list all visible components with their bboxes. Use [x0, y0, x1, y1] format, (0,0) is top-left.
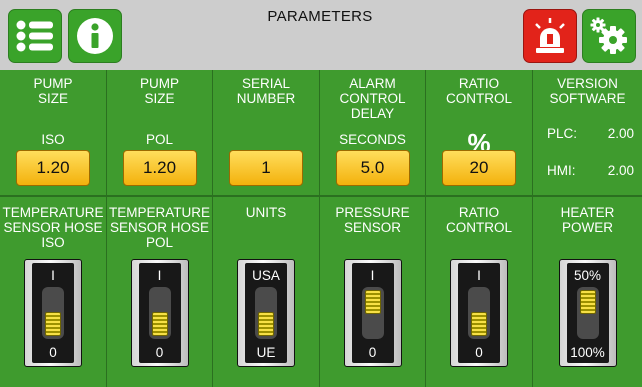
switch-track	[42, 287, 64, 339]
switch-label: UNITS	[245, 205, 287, 220]
switch-bottom-label: 0	[155, 345, 164, 360]
alarm-siren-icon	[530, 16, 570, 56]
version-label: VERSION SOFTWARE	[549, 76, 626, 106]
switch-track	[148, 287, 171, 339]
switch-top-label: I	[51, 268, 55, 283]
switch-handle[interactable]	[45, 312, 61, 336]
toggle-switch[interactable]: I0	[130, 259, 189, 367]
toggle-switch[interactable]: I0	[343, 259, 402, 367]
param-value-button[interactable]: 5.0	[335, 150, 410, 186]
switch-bottom-label: 0	[368, 345, 377, 360]
switch-top-label: I	[157, 268, 162, 283]
plc-version-label: PLC:	[547, 126, 578, 141]
switch-body: 50% 100%	[566, 263, 609, 363]
param-label: PUMP SIZE	[139, 76, 179, 106]
switch-body: I0	[32, 263, 74, 363]
switch-top-label: USA	[252, 268, 280, 283]
switch-body: I0	[138, 263, 181, 363]
switch-cell: TEMPERATURE SENSOR HOSE POL I 0	[107, 197, 212, 387]
param-value-button[interactable]: 20	[442, 150, 516, 186]
switch-label: HEATER POWER	[560, 205, 615, 235]
switch-track	[255, 287, 277, 339]
toggle-switch[interactable]: I0	[450, 259, 508, 367]
menu-button[interactable]	[8, 9, 62, 63]
list-menu-icon	[15, 18, 55, 54]
switch-cell: TEMPERATURE SENSOR HOSE ISO I 0	[0, 197, 106, 387]
gear-icon	[587, 14, 631, 58]
switch-top-label: I	[370, 268, 375, 283]
info-button[interactable]	[68, 9, 122, 63]
switch-handle[interactable]	[471, 312, 487, 336]
param-value-button[interactable]: 1.20	[122, 150, 197, 186]
hmi-version-label: HMI:	[547, 163, 576, 178]
param-label: SERIAL NUMBER	[236, 76, 296, 106]
switch-top-label: I	[477, 268, 481, 283]
switch-label: TEMPERATURE SENSOR HOSE POL	[108, 205, 210, 250]
parameters-grid: PUMP SIZE ISO 1.20 PUMP SIZE POL 1.20 SERIAL NUMB…	[0, 70, 642, 387]
param-value-button[interactable]: 1.20	[16, 150, 90, 186]
switch-handle[interactable]	[258, 312, 274, 336]
settings-button[interactable]	[582, 9, 636, 63]
switch-label: PRESSURE SENSOR	[335, 205, 410, 235]
hmi-version-value: 2.00	[607, 163, 634, 178]
top-bar: PARAMETERS	[0, 0, 642, 70]
switch-cell: PRESSURE SENSOR I 0	[320, 197, 425, 387]
param-sublabel: POL	[145, 132, 173, 147]
alarm-button[interactable]	[523, 9, 577, 63]
param-value-button[interactable]: 1	[229, 150, 303, 186]
version-cell: VERSION SOFTWARE PLC: 2.00 HMI: 2.00	[533, 70, 642, 195]
param-sublabel: ISO	[41, 132, 65, 147]
switch-track	[468, 287, 490, 339]
switch-bottom-label: 0	[49, 345, 57, 360]
switch-track	[361, 287, 384, 339]
hmi-version-row: HMI: 2.00	[547, 163, 634, 178]
screen: PARAMETERS PUMP SIZE ISO 1.20 PUMP SIZE …	[0, 0, 642, 387]
switch-label: TEMPERATURE SENSOR HOSE ISO	[2, 205, 104, 250]
switch-bottom-label: UE	[256, 345, 276, 360]
switch-handle[interactable]	[364, 290, 381, 314]
param-cell: ALARM CONTROL DELAY SECONDS 5.0	[320, 70, 425, 195]
param-sublabel: SECONDS	[339, 132, 406, 147]
switch-cell: UNITS USA UE	[213, 197, 319, 387]
toggle-switch[interactable]: 50% 100%	[558, 259, 617, 367]
param-label: RATIO CONTROL	[445, 76, 512, 106]
param-cell: PUMP SIZE POL 1.20	[107, 70, 212, 195]
switch-bottom-label: 100%	[570, 345, 605, 360]
switch-body: USA UE	[245, 263, 287, 363]
param-cell: RATIO CONTROL% 20	[426, 70, 532, 195]
switch-body: I0	[351, 263, 394, 363]
param-label: ALARM CONTROL DELAY	[339, 76, 406, 121]
param-cell: PUMP SIZE ISO 1.20	[0, 70, 106, 195]
toggle-switch[interactable]: USA UE	[237, 259, 295, 367]
switch-cell: HEATER POWER 50% 100%	[533, 197, 642, 387]
plc-version-value: 2.00	[607, 126, 634, 141]
switch-bottom-label: 0	[475, 345, 483, 360]
switch-label: RATIO CONTROL	[445, 205, 512, 235]
toggle-switch[interactable]: I0	[24, 259, 82, 367]
switch-cell: RATIO CONTROL I 0	[426, 197, 532, 387]
switch-body: I0	[458, 263, 500, 363]
switch-top-label: 50%	[573, 268, 602, 283]
param-cell: SERIAL NUMBER 1	[213, 70, 319, 195]
switch-handle[interactable]	[151, 312, 168, 336]
plc-version-row: PLC: 2.00	[547, 126, 634, 141]
param-label: PUMP SIZE	[33, 76, 73, 106]
switch-handle[interactable]	[579, 290, 596, 314]
switch-track	[576, 287, 599, 339]
page-title: PARAMETERS	[267, 8, 373, 25]
info-icon	[75, 16, 115, 56]
